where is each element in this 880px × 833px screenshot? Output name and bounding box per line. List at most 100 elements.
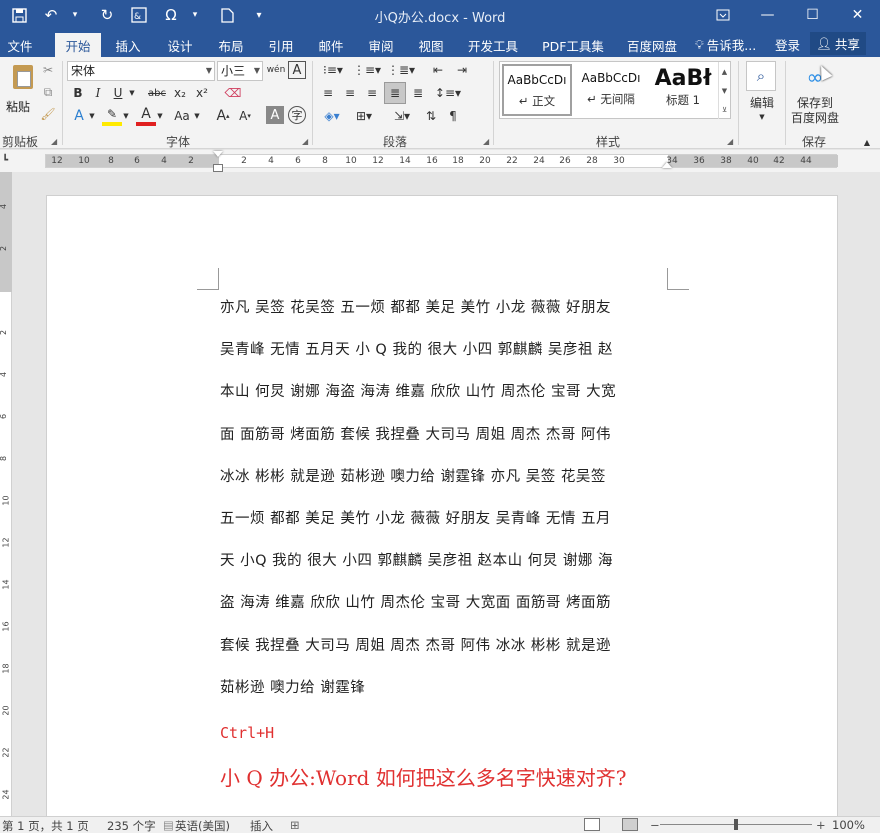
- text-line[interactable]: 盗 海涛 维嘉 欣欣 山竹 周杰伦 宝哥 大宽面 面筋哥 烤面筋: [220, 591, 672, 633]
- maximize-button[interactable]: ☐: [790, 0, 835, 30]
- tab-review[interactable]: 审阅: [361, 34, 401, 57]
- align-right-icon[interactable]: ≡: [362, 84, 382, 102]
- show-marks-icon[interactable]: ¶: [444, 107, 462, 125]
- distributed-icon[interactable]: ≣: [408, 84, 428, 102]
- save-to-baidu-label-2[interactable]: 百度网盘: [788, 110, 842, 125]
- multilevel-list-icon[interactable]: ⋮≣▾: [386, 61, 416, 79]
- document-page[interactable]: 亦凡 吴签 花吴签 五一烦 都都 美足 美竹 小龙 薇薇 好朋友 吴青峰 无情 五…: [46, 195, 838, 816]
- proofing-icon[interactable]: ▤: [163, 818, 174, 832]
- shading-icon[interactable]: ◈▾: [318, 107, 346, 125]
- text-line[interactable]: 吴青峰 无情 五月天 小 Q 我的 很大 小四 郭麒麟 吴彦祖 赵: [220, 338, 672, 380]
- search-icon[interactable]: ⌕: [746, 61, 776, 91]
- grow-font-icon[interactable]: A ▴: [214, 107, 232, 125]
- bullets-icon[interactable]: ⁝≡▾: [318, 61, 348, 79]
- tab-design[interactable]: 设计: [160, 34, 200, 57]
- first-line-indent-marker[interactable]: [213, 151, 223, 157]
- shortcut-text[interactable]: Ctrl+H: [220, 724, 274, 742]
- decrease-indent-icon[interactable]: ⇤: [428, 61, 448, 79]
- line-spacing-icon[interactable]: ↕≡▾: [432, 84, 464, 102]
- tab-layout[interactable]: 布局: [211, 34, 251, 57]
- tab-references[interactable]: 引用: [261, 34, 301, 57]
- chinese-layout-icon[interactable]: ⇲▾: [388, 107, 416, 125]
- symbol-dropdown-icon[interactable]: ▾: [184, 4, 206, 26]
- print-layout-icon[interactable]: [622, 818, 638, 831]
- language-indicator[interactable]: 英语(美国): [175, 818, 230, 833]
- highlight-icon[interactable]: ✎: [102, 106, 122, 126]
- share-button[interactable]: 👤︎ 共享: [810, 32, 866, 55]
- tab-pdf-tools[interactable]: PDF工具集: [536, 34, 610, 57]
- headline-text[interactable]: 小 Q 办公:Word 如何把这么多名字快速对齐?: [220, 762, 627, 791]
- tab-insert[interactable]: 插入: [108, 34, 148, 57]
- paste-button[interactable]: 粘贴: [4, 61, 38, 114]
- chevron-down-icon[interactable]: ▼: [718, 81, 730, 100]
- ruler-strip[interactable]: 12 10 8 6 4 2 2 4 6 8 10 12 14 16 18 20 22 24 26 28 30 34 36 38…: [45, 154, 838, 168]
- tell-me-box[interactable]: 💡︎ 告诉我...: [695, 35, 756, 54]
- tab-mailings[interactable]: 邮件: [311, 34, 351, 57]
- cut-icon[interactable]: ✂: [39, 61, 57, 79]
- italic-button[interactable]: I: [90, 84, 106, 102]
- clear-format-icon[interactable]: ⌫: [224, 84, 242, 102]
- word-count[interactable]: 235 个字: [107, 818, 156, 833]
- login-button[interactable]: 登录: [775, 35, 800, 54]
- zoom-in-button[interactable]: +: [816, 818, 826, 832]
- body-text[interactable]: 亦凡 吴签 花吴签 五一烦 都都 美足 美竹 小龙 薇薇 好朋友 吴青峰 无情 五…: [220, 296, 672, 718]
- style-normal[interactable]: AaBbCcDı ↵ 正文: [502, 64, 572, 116]
- text-line[interactable]: 亦凡 吴签 花吴签 五一烦 都都 美足 美竹 小龙 薇薇 好朋友: [220, 296, 672, 338]
- chevron-up-icon[interactable]: ▲: [718, 62, 730, 81]
- chevron-down-icon[interactable]: ▼: [122, 107, 130, 125]
- char-border-button[interactable]: A: [288, 61, 306, 79]
- borders-icon[interactable]: ⊞▾: [350, 107, 378, 125]
- chevron-down-icon[interactable]: ▼: [88, 107, 96, 125]
- zoom-out-button[interactable]: −: [650, 818, 660, 832]
- increase-indent-icon[interactable]: ⇥: [452, 61, 472, 79]
- bold-button[interactable]: B: [70, 84, 86, 102]
- special-chars-icon[interactable]: &: [128, 4, 150, 26]
- font-color-icon[interactable]: A: [136, 106, 156, 126]
- save-icon[interactable]: [8, 4, 30, 26]
- right-indent-marker[interactable]: [662, 162, 672, 168]
- text-line[interactable]: 天 小Q 我的 很大 小四 郭麒麟 吴彦祖 赵本山 何炅 谢娜 海: [220, 549, 672, 591]
- customize-qat-icon[interactable]: ▾: [248, 4, 270, 26]
- text-line[interactable]: 套候 我捏叠 大司马 周姐 周杰 杰哥 阿伟 冰冰 彬彬 就是逊: [220, 634, 672, 676]
- redo-icon[interactable]: ↻: [96, 4, 118, 26]
- justify-icon[interactable]: ≣: [384, 82, 406, 104]
- font-launcher-icon[interactable]: ◢: [302, 137, 308, 146]
- read-mode-icon[interactable]: [584, 818, 600, 831]
- text-effects-icon[interactable]: A: [70, 107, 88, 125]
- styles-launcher-icon[interactable]: ◢: [727, 137, 733, 146]
- collapse-ribbon-icon[interactable]: ▲: [860, 137, 874, 147]
- copy-icon[interactable]: ⧉: [39, 83, 57, 101]
- char-shading-icon[interactable]: A: [266, 106, 284, 124]
- text-line[interactable]: 本山 何炅 谢娜 海盗 海涛 维嘉 欣欣 山竹 周杰伦 宝哥 大宽: [220, 380, 672, 422]
- numbering-icon[interactable]: ⋮≡▾: [352, 61, 382, 79]
- shrink-font-icon[interactable]: A ▾: [236, 107, 254, 125]
- chevron-down-icon[interactable]: ▼: [755, 111, 769, 123]
- undo-icon[interactable]: ↶: [40, 4, 62, 26]
- align-center-icon[interactable]: ≡: [340, 84, 360, 102]
- phonetic-guide-button[interactable]: wén: [266, 60, 286, 80]
- superscript-button[interactable]: x²: [193, 84, 211, 102]
- style-heading-1[interactable]: AaBł 标题 1: [648, 64, 718, 116]
- change-case-button[interactable]: Aa: [171, 107, 193, 125]
- text-line[interactable]: 茹彬逊 噢力给 谢霆锋: [220, 676, 672, 718]
- format-painter-icon[interactable]: 🖌︎: [39, 105, 57, 123]
- tab-selector-icon[interactable]: ┗: [2, 155, 14, 167]
- new-doc-icon[interactable]: [216, 4, 238, 26]
- editing-button[interactable]: 编辑: [743, 93, 781, 111]
- zoom-level[interactable]: 100%: [832, 818, 865, 832]
- zoom-slider-thumb[interactable]: [734, 819, 738, 830]
- symbol-icon[interactable]: Ω: [160, 4, 182, 26]
- text-line[interactable]: 五一烦 都都 美足 美竹 小龙 薇薇 好朋友 吴青峰 无情 五月: [220, 507, 672, 549]
- undo-dropdown-icon[interactable]: ▾: [64, 4, 86, 26]
- page-count[interactable]: 第 1 页，共 1 页: [2, 818, 89, 833]
- ribbon-display-icon[interactable]: [700, 0, 745, 30]
- left-indent-marker[interactable]: [213, 164, 223, 172]
- text-line[interactable]: 冰冰 彬彬 就是逊 茹彬逊 噢力给 谢霆锋 亦凡 吴签 花吴签: [220, 465, 672, 507]
- style-no-spacing[interactable]: AaBbCcDı ↵ 无间隔: [576, 64, 646, 116]
- tab-baidu-netdisk[interactable]: 百度网盘: [621, 34, 683, 57]
- font-size-select[interactable]: 小三 ▼: [217, 61, 263, 81]
- save-to-baidu-label-1[interactable]: 保存到: [788, 95, 842, 110]
- more-styles-icon[interactable]: ⊻: [718, 100, 730, 119]
- text-line[interactable]: 面 面筋哥 烤面筋 套候 我捏叠 大司马 周姐 周杰 杰哥 阿伟: [220, 423, 672, 465]
- minimize-button[interactable]: —: [745, 0, 790, 30]
